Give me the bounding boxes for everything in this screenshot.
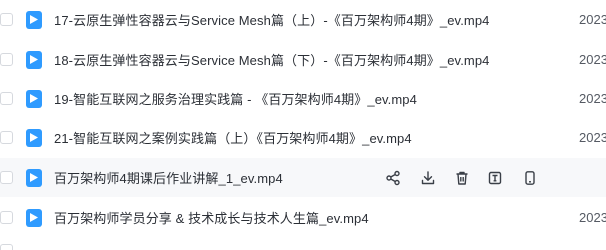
file-row[interactable]: 21-智能互联网之案例实践篇（上）《百万架构师4期》_ev.mp4 2023 <box>0 118 606 157</box>
video-file-icon <box>26 208 42 227</box>
file-row-partial[interactable] <box>0 244 606 250</box>
file-name[interactable]: 21-智能互联网之案例实践篇（上）《百万架构师4期》_ev.mp4 <box>54 128 412 147</box>
video-file-icon <box>26 128 42 147</box>
file-date: 2023 <box>579 52 606 67</box>
file-date: 2023 <box>579 12 606 27</box>
video-file-icon <box>26 89 42 108</box>
row-checkbox[interactable] <box>0 13 13 26</box>
share-icon[interactable] <box>384 169 402 187</box>
file-name[interactable]: 18-云原生弹性容器云与Service Mesh篇（下）-《百万架构师4期》_e… <box>54 50 490 69</box>
file-date: 2023 <box>579 130 606 145</box>
file-name[interactable]: 百万架构师学员分享 & 技术成长与技术人生篇_ev.mp4 <box>54 208 369 227</box>
file-name[interactable]: 百万架构师4期课后作业讲解_1_ev.mp4 <box>54 168 283 187</box>
row-checkbox[interactable] <box>0 171 13 184</box>
file-list: 17-云原生弹性容器云与Service Mesh篇（上）-《百万架构师4期》_e… <box>0 0 606 250</box>
file-row[interactable]: 19-智能互联网之服务治理实践篇 - 《百万架构师4期》_ev.mp4 2023 <box>0 79 606 118</box>
trash-icon[interactable] <box>453 169 471 187</box>
file-name[interactable]: 19-智能互联网之服务治理实践篇 - 《百万架构师4期》_ev.mp4 <box>54 89 417 108</box>
video-file-icon <box>26 10 42 29</box>
row-checkbox[interactable] <box>0 131 13 144</box>
video-file-icon <box>26 168 42 187</box>
rename-icon[interactable] <box>486 169 504 187</box>
file-date: 2023 <box>579 91 606 106</box>
file-row[interactable]: 17-云原生弹性容器云与Service Mesh篇（上）-《百万架构师4期》_e… <box>0 0 606 39</box>
row-checkbox[interactable] <box>0 244 13 250</box>
row-checkbox[interactable] <box>0 92 13 105</box>
mobile-phone-icon[interactable] <box>521 169 539 187</box>
file-row[interactable]: 18-云原生弹性容器云与Service Mesh篇（下）-《百万架构师4期》_e… <box>0 40 606 79</box>
file-row-hovered[interactable]: 百万架构师4期课后作业讲解_1_ev.mp4 <box>0 158 606 197</box>
file-name[interactable]: 17-云原生弹性容器云与Service Mesh篇（上）-《百万架构师4期》_e… <box>54 10 490 29</box>
row-checkbox[interactable] <box>0 211 13 224</box>
download-icon[interactable] <box>419 169 437 187</box>
video-file-icon <box>26 50 42 69</box>
file-date: 2023 <box>579 210 606 225</box>
row-checkbox[interactable] <box>0 53 13 66</box>
file-row[interactable]: 百万架构师学员分享 & 技术成长与技术人生篇_ev.mp4 2023 <box>0 198 606 237</box>
